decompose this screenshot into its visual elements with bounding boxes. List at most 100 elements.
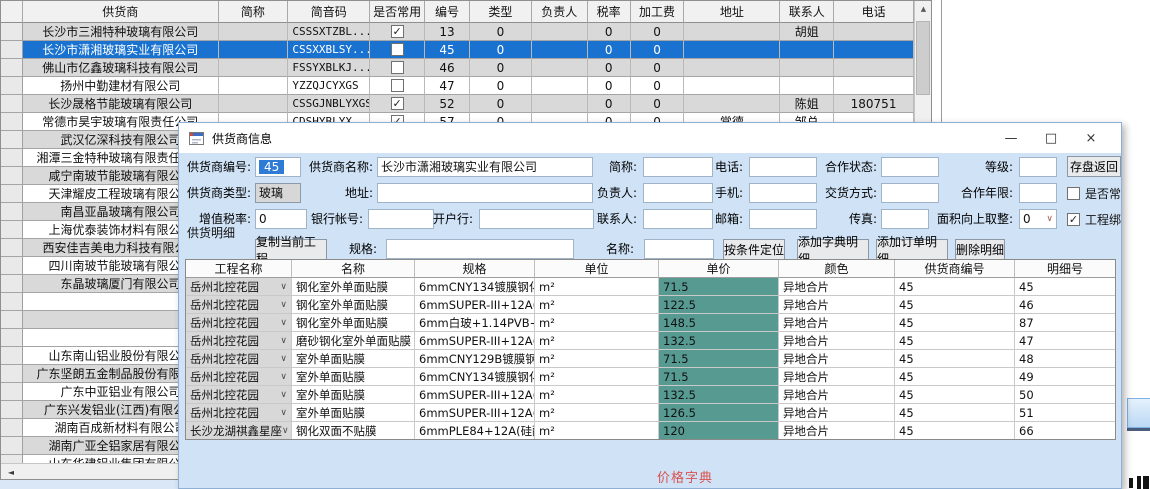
detail-row[interactable]: 长沙龙湖祺鑫星座∨钢化双面不贴膜6mmPLE84+12A(硅酮胶...m²120… bbox=[186, 422, 1116, 440]
supplier-cell[interactable]: 0 bbox=[631, 59, 685, 77]
supplier-cell[interactable]: 13 bbox=[425, 23, 470, 41]
detail-cell[interactable]: 45 bbox=[895, 422, 1015, 440]
common-checkbox[interactable] bbox=[391, 97, 404, 110]
supplier-row[interactable]: 长沙市潇湘玻璃实业有限公司CSSXXBLSY...45000 bbox=[1, 41, 914, 59]
row-header-cell[interactable] bbox=[1, 221, 23, 239]
supplier-cell[interactable]: 46 bbox=[425, 59, 470, 77]
address-input[interactable] bbox=[377, 183, 593, 203]
supplier-cell[interactable]: 52 bbox=[425, 95, 470, 113]
locate-by-condition-button[interactable]: 按条件定位 bbox=[723, 239, 785, 260]
supplier-cell[interactable]: CSSGJNBLYXGS bbox=[288, 95, 370, 113]
detail-cell[interactable]: 6mmSUPER-III+12A(硅... bbox=[415, 386, 535, 404]
supplier-cell[interactable] bbox=[834, 77, 914, 95]
row-header-cell[interactable] bbox=[1, 131, 23, 149]
detail-cell[interactable]: 钢化室外单面贴膜 bbox=[292, 296, 415, 314]
is-common-checkbox-group[interactable]: 是否常用 bbox=[1067, 185, 1122, 201]
detail-row[interactable]: 岳州北控花园∨钢化室外单面贴膜6mm白玻+1.14PVB+6mm...m²148… bbox=[186, 314, 1116, 332]
supplier-cell[interactable] bbox=[834, 23, 914, 41]
detail-cell[interactable]: 6mm白玻+1.14PVB+6mm... bbox=[415, 314, 535, 332]
project-bind-checkbox-group[interactable]: 工程绑定 bbox=[1067, 211, 1122, 227]
row-header-cell[interactable] bbox=[1, 185, 23, 203]
supplier-cell[interactable] bbox=[684, 77, 780, 95]
supplier-cell[interactable] bbox=[780, 77, 834, 95]
supplier-cell[interactable]: 47 bbox=[425, 77, 470, 95]
add-dictionary-detail-button[interactable]: 添加字典明细 bbox=[797, 239, 869, 260]
row-header-cell[interactable] bbox=[1, 419, 23, 437]
row-header-cell[interactable] bbox=[1, 113, 23, 131]
detail-cell[interactable]: 45 bbox=[895, 368, 1015, 386]
supplier-cell[interactable]: 0 bbox=[631, 95, 685, 113]
supplier-cell[interactable]: 0 bbox=[588, 95, 631, 113]
row-header-cell[interactable] bbox=[1, 347, 23, 365]
common-flag-cell[interactable] bbox=[370, 59, 425, 77]
detail-row[interactable]: 岳州北控花园∨室外单面贴膜6mmSUPER-III+12A(硅...m²126.… bbox=[186, 404, 1116, 422]
detail-cell[interactable]: 室外单面贴膜 bbox=[292, 404, 415, 422]
common-checkbox[interactable] bbox=[391, 25, 404, 38]
detail-cell[interactable]: 异地合片 bbox=[779, 314, 895, 332]
bg-grid-column-header[interactable]: 负责人 bbox=[532, 1, 588, 23]
detail-column-header[interactable]: 供货商编号 bbox=[895, 260, 1015, 278]
bg-grid-column-header[interactable]: 编号 bbox=[425, 1, 470, 23]
detail-cell[interactable]: 45 bbox=[1015, 278, 1116, 296]
manager-input[interactable] bbox=[643, 183, 713, 203]
project-combo-cell[interactable]: 岳州北控花园∨ bbox=[186, 386, 292, 404]
vat-rate-input[interactable]: 0 bbox=[255, 209, 307, 229]
detail-cell[interactable]: m² bbox=[535, 368, 659, 386]
supplier-cell[interactable]: 0 bbox=[631, 77, 685, 95]
bank-account-input[interactable] bbox=[368, 209, 434, 229]
detail-row[interactable]: 岳州北控花园∨磨砂钢化室外单面贴膜6mmSUPER-III+12A(硅...m²… bbox=[186, 332, 1116, 350]
detail-cell[interactable]: 47 bbox=[1015, 332, 1116, 350]
supplier-cell[interactable]: CSSXXBLSY... bbox=[288, 41, 370, 59]
supplier-cell[interactable]: 0 bbox=[588, 41, 631, 59]
row-header-cell[interactable] bbox=[1, 257, 23, 275]
bg-grid-column-header[interactable]: 加工费 bbox=[631, 1, 685, 23]
row-header-cell[interactable] bbox=[1, 329, 23, 347]
bg-grid-column-header[interactable]: 简称 bbox=[219, 1, 289, 23]
detail-cell[interactable]: 异地合片 bbox=[779, 332, 895, 350]
row-header-cell[interactable] bbox=[1, 59, 23, 77]
row-header-cell[interactable] bbox=[1, 365, 23, 383]
detail-cell[interactable]: 异地合片 bbox=[779, 386, 895, 404]
phone-input[interactable] bbox=[749, 157, 817, 177]
detail-cell[interactable]: 磨砂钢化室外单面贴膜 bbox=[292, 332, 415, 350]
project-combo-cell[interactable]: 岳州北控花园∨ bbox=[186, 278, 292, 296]
detail-cell[interactable]: 66 bbox=[1015, 422, 1116, 440]
supplier-cell[interactable]: YZZQJCYXGS bbox=[288, 77, 370, 95]
detail-column-header[interactable]: 颜色 bbox=[779, 260, 895, 278]
spec-filter-input[interactable] bbox=[386, 239, 574, 259]
detail-cell[interactable]: 49 bbox=[1015, 368, 1116, 386]
supplier-cell[interactable]: 180751 bbox=[834, 95, 914, 113]
row-header-cell[interactable] bbox=[1, 293, 23, 311]
detail-cell[interactable]: 45 bbox=[895, 296, 1015, 314]
detail-cell[interactable]: 异地合片 bbox=[779, 350, 895, 368]
project-combo-cell[interactable]: 长沙龙湖祺鑫星座∨ bbox=[186, 422, 292, 440]
detail-column-header[interactable]: 单价 bbox=[659, 260, 779, 278]
detail-column-header[interactable]: 名称 bbox=[292, 260, 415, 278]
supplier-cell[interactable] bbox=[532, 95, 588, 113]
chevron-down-icon[interactable]: ∨ bbox=[280, 390, 287, 400]
coop-status-input[interactable] bbox=[881, 157, 939, 177]
price-cell[interactable]: 71.5 bbox=[659, 278, 779, 296]
price-cell[interactable]: 132.5 bbox=[659, 386, 779, 404]
project-combo-cell[interactable]: 岳州北控花园∨ bbox=[186, 368, 292, 386]
supplier-cell[interactable] bbox=[532, 77, 588, 95]
supplier-cell[interactable]: 0 bbox=[470, 23, 532, 41]
supplier-cell[interactable]: 扬州中勤建材有限公司 bbox=[23, 77, 219, 95]
supplier-cell[interactable]: 0 bbox=[588, 59, 631, 77]
is-common-checkbox[interactable] bbox=[1067, 187, 1080, 200]
detail-cell[interactable]: 45 bbox=[895, 350, 1015, 368]
detail-cell[interactable]: 异地合片 bbox=[779, 278, 895, 296]
common-flag-cell[interactable] bbox=[370, 23, 425, 41]
chevron-down-icon[interactable]: ∨ bbox=[280, 282, 287, 292]
area-round-up-combobox[interactable]: 0 ∨ bbox=[1019, 209, 1057, 229]
bg-grid-column-header[interactable]: 类型 bbox=[470, 1, 532, 23]
supplier-cell[interactable]: 长沙市三湘特种玻璃有限公司 bbox=[23, 23, 219, 41]
supplier-cell[interactable]: 0 bbox=[470, 41, 532, 59]
supplier-cell[interactable]: 陈姐 bbox=[780, 95, 834, 113]
delete-detail-button[interactable]: 删除明细 bbox=[955, 239, 1005, 260]
project-combo-cell[interactable]: 岳州北控花园∨ bbox=[186, 296, 292, 314]
detail-cell[interactable]: 6mmSUPER-III+12A(硅... bbox=[415, 296, 535, 314]
detail-cell[interactable]: 钢化双面不贴膜 bbox=[292, 422, 415, 440]
detail-cell[interactable]: m² bbox=[535, 386, 659, 404]
bg-grid-column-header[interactable]: 是否常用 bbox=[370, 1, 425, 23]
